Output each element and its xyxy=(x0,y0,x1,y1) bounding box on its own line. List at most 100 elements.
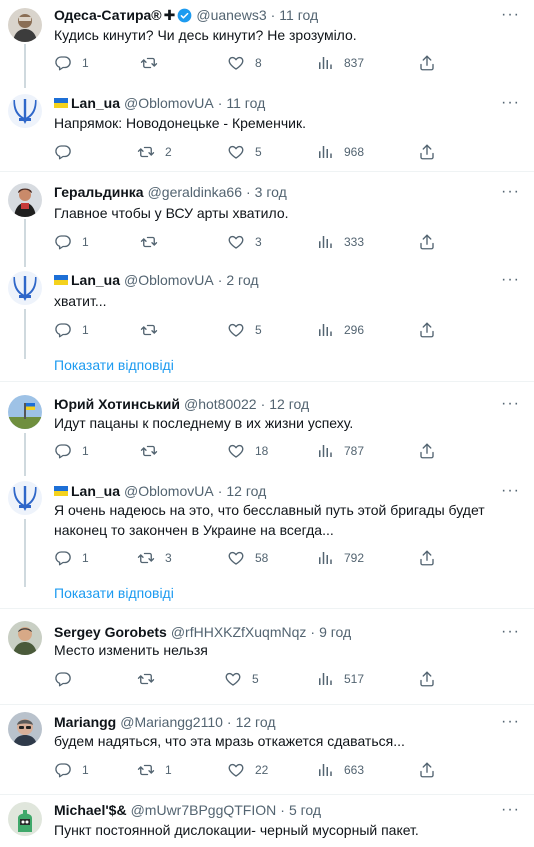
reply-button[interactable]: 1 xyxy=(54,53,89,73)
avatar[interactable] xyxy=(8,395,42,429)
like-button[interactable]: 5 xyxy=(227,320,262,340)
retweet-button[interactable] xyxy=(140,320,168,340)
reply-button[interactable] xyxy=(54,669,82,689)
tweet-mariangg[interactable]: Mariangg @Mariangg2110 · 12 год ··· буде… xyxy=(0,707,534,795)
share-button[interactable] xyxy=(418,669,436,689)
like-button[interactable]: 5 xyxy=(224,669,259,689)
tweet-lan-ua[interactable]: Lan_ua @OblomovUA · 11 год ··· Напрямок:… xyxy=(0,88,534,172)
share-button[interactable] xyxy=(418,232,436,252)
reply-button[interactable] xyxy=(54,142,82,162)
show-replies-link[interactable]: Показати відповіді xyxy=(54,355,174,375)
user-handle[interactable]: @mUwr7BPggQTFION xyxy=(131,800,277,820)
tweet-geraldinka[interactable]: Геральдинка @geraldinka66 · 3 год ··· Гл… xyxy=(0,177,534,267)
like-button[interactable]: 58 xyxy=(227,548,268,568)
views-button[interactable]: 792 xyxy=(316,548,364,568)
display-name[interactable]: Sergey Gorobets xyxy=(54,622,167,642)
like-button[interactable]: 8 xyxy=(227,53,262,73)
avatar[interactable] xyxy=(8,621,42,655)
timestamp[interactable]: 9 год xyxy=(319,622,351,642)
timestamp[interactable]: 2 год xyxy=(226,270,258,290)
reply-button[interactable]: 1 xyxy=(54,548,89,568)
tweet-michael[interactable]: Michael'$& @mUwr7BPggQTFION · 5 год ··· … xyxy=(0,797,534,847)
avatar[interactable] xyxy=(8,802,42,836)
display-name[interactable]: Юрий Хотинський xyxy=(54,394,180,414)
views-count: 792 xyxy=(344,551,365,565)
reply-button[interactable]: 1 xyxy=(54,320,89,340)
timestamp[interactable]: 12 год xyxy=(269,394,309,414)
like-button[interactable]: 18 xyxy=(227,441,268,461)
display-name[interactable]: Michael'$& xyxy=(54,800,127,820)
cross-symbol: ✚ xyxy=(163,7,176,23)
tweet-sergey-gorobets[interactable]: Sergey Gorobets @rfHHXKZfXuqmNqz · 9 год… xyxy=(0,617,534,705)
avatar[interactable] xyxy=(8,271,42,305)
display-name[interactable]: Lan_ua xyxy=(71,270,120,290)
reply-button[interactable]: 1 xyxy=(54,760,89,780)
tweet-lan-ua[interactable]: Lan_ua @OblomovUA · 12 год ··· Я очень н… xyxy=(0,476,534,609)
avatar[interactable] xyxy=(8,8,42,42)
tweet-odesa-satyra[interactable]: Одеса-Сатира® ✚ @uanews3 · 11 год ··· Ку… xyxy=(0,0,534,88)
show-replies-link[interactable]: Показати відповіді xyxy=(54,583,174,603)
more-options-icon[interactable]: ··· xyxy=(501,713,520,731)
more-options-icon[interactable]: ··· xyxy=(501,271,520,289)
display-name[interactable]: Геральдинка xyxy=(54,182,144,202)
more-options-icon[interactable]: ··· xyxy=(501,482,520,500)
more-options-icon[interactable]: ··· xyxy=(501,94,520,112)
reply-button[interactable]: 1 xyxy=(54,441,89,461)
user-handle[interactable]: @OblomovUA xyxy=(124,93,214,113)
retweet-button[interactable]: 3 xyxy=(137,548,172,568)
more-options-icon[interactable]: ··· xyxy=(501,6,520,24)
like-button[interactable]: 5 xyxy=(227,142,262,162)
more-options-icon[interactable]: ··· xyxy=(501,801,520,819)
views-button[interactable]: 968 xyxy=(316,142,364,162)
display-name[interactable]: Mariangg xyxy=(54,712,116,732)
avatar[interactable] xyxy=(8,712,42,746)
timestamp[interactable]: 11 год xyxy=(226,93,265,113)
timestamp[interactable]: 11 год xyxy=(279,5,318,25)
user-handle[interactable]: @OblomovUA xyxy=(124,270,214,290)
retweet-button[interactable] xyxy=(140,441,168,461)
retweet-button[interactable] xyxy=(137,669,165,689)
more-options-icon[interactable]: ··· xyxy=(501,183,520,201)
retweet-button[interactable] xyxy=(140,53,168,73)
user-handle[interactable]: @rfHHXKZfXuqmNqz xyxy=(171,622,307,642)
retweet-button[interactable]: 1 xyxy=(137,760,172,780)
timestamp[interactable]: 3 год xyxy=(255,182,287,202)
display-name[interactable]: Lan_ua xyxy=(71,481,120,501)
retweet-button[interactable] xyxy=(140,232,168,252)
ukraine-flag-icon xyxy=(54,98,68,108)
more-options-icon[interactable]: ··· xyxy=(501,395,520,413)
avatar[interactable] xyxy=(8,481,42,515)
more-options-icon[interactable]: ··· xyxy=(501,623,520,641)
share-button[interactable] xyxy=(418,320,436,340)
user-handle[interactable]: @OblomovUA xyxy=(124,481,214,501)
timestamp[interactable]: 5 год xyxy=(289,800,321,820)
like-button[interactable]: 22 xyxy=(227,760,268,780)
reply-count: 1 xyxy=(82,235,89,249)
views-button[interactable]: 296 xyxy=(316,320,364,340)
tweet-yuriy-hotynskyi[interactable]: Юрий Хотинський @hot80022 · 12 год ··· И… xyxy=(0,389,534,476)
views-button[interactable]: 517 xyxy=(316,669,364,689)
share-button[interactable] xyxy=(418,53,436,73)
display-name[interactable]: Одеса-Сатира® xyxy=(54,5,162,25)
views-button[interactable]: 663 xyxy=(316,760,364,780)
timestamp[interactable]: 12 год xyxy=(236,712,276,732)
retweet-button[interactable]: 2 xyxy=(137,142,172,162)
tweet-lan-ua[interactable]: Lan_ua @OblomovUA · 2 год ··· хватит... … xyxy=(0,267,534,382)
views-button[interactable]: 837 xyxy=(316,53,364,73)
display-name[interactable]: Lan_ua xyxy=(71,93,120,113)
share-button[interactable] xyxy=(418,760,436,780)
like-button[interactable]: 3 xyxy=(227,232,262,252)
avatar[interactable] xyxy=(8,94,42,128)
reply-button[interactable]: 1 xyxy=(54,232,89,252)
share-button[interactable] xyxy=(418,142,436,162)
user-handle[interactable]: @uanews3 xyxy=(196,5,266,25)
share-button[interactable] xyxy=(418,548,436,568)
avatar[interactable] xyxy=(8,183,42,217)
views-button[interactable]: 787 xyxy=(316,441,364,461)
views-button[interactable]: 333 xyxy=(316,232,364,252)
user-handle[interactable]: @geraldinka66 xyxy=(148,182,242,202)
user-handle[interactable]: @hot80022 xyxy=(184,394,257,414)
share-button[interactable] xyxy=(418,441,436,461)
user-handle[interactable]: @Mariangg2110 xyxy=(120,712,223,732)
timestamp[interactable]: 12 год xyxy=(226,481,266,501)
